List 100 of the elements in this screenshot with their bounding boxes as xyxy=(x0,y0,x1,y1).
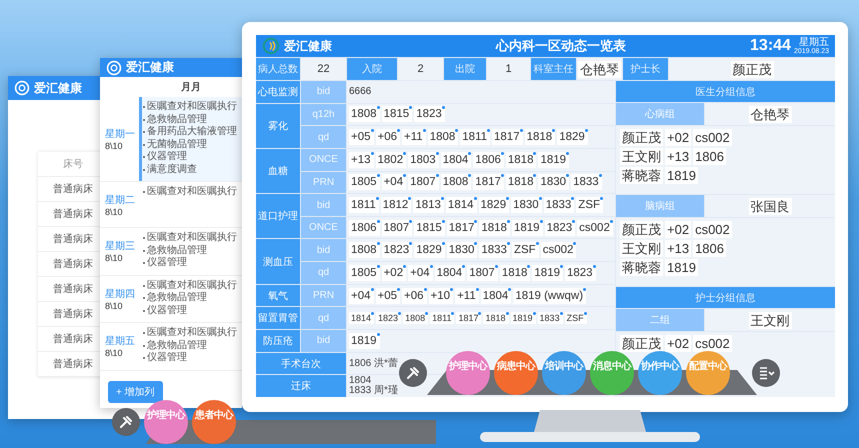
member-tag: 颜正茂 xyxy=(620,335,663,352)
frequency-cell: ONCE xyxy=(301,216,346,238)
task-item: 仪器管理 xyxy=(142,151,187,164)
patient-entry: 1806 洪*蕾 xyxy=(349,358,398,369)
summary-value: 1 xyxy=(505,63,512,75)
bed-tag: 1815 xyxy=(382,106,412,122)
member-tag: +13 xyxy=(665,148,692,165)
bed-tag: 1819 xyxy=(349,332,380,349)
bed-tag: cs002 xyxy=(577,220,613,236)
task-list[interactable]: 医嘱查对和医嘱执行 急救物品管理 备用药品大输液管理 无菌物品管理 仪器管理 满意度调查 xyxy=(139,97,242,181)
bed-tag: 1817 xyxy=(456,312,482,324)
task-item: 无菌物品管理 xyxy=(142,138,207,151)
bed-tag: 1804 xyxy=(480,288,512,304)
task-item: 医嘱查对和医嘱执行 xyxy=(142,101,237,114)
task-item: 仪器管理 xyxy=(142,257,187,270)
logo-icon xyxy=(106,60,122,76)
table-cell-text: 普通病床 xyxy=(53,208,93,221)
category-cell: 防压疮 xyxy=(256,330,300,352)
group-name: 心病组 xyxy=(616,103,704,125)
bed-tag: 1808 xyxy=(349,242,380,258)
bed-tag: 1808 xyxy=(428,129,458,146)
frequency-cell: bid xyxy=(301,330,346,352)
bed-tag: +02 xyxy=(382,264,406,281)
bed-tag: 1819 (wwqw) xyxy=(513,288,586,304)
bed-tag: 1823 xyxy=(544,220,576,236)
category-cell: 迁床 xyxy=(256,375,346,397)
bed-tag: +05 xyxy=(376,288,400,304)
bed-tag: 1829 xyxy=(414,242,445,258)
dashboard-title: 心内科一区动态一览表 xyxy=(496,37,626,55)
task-item: 满意度调查 xyxy=(142,164,197,176)
bed-tag: 1818 xyxy=(506,174,536,190)
frequency-cell: bid xyxy=(301,194,346,216)
bed-tag: 1819 xyxy=(532,264,563,281)
frequency-cell: PRN xyxy=(301,284,346,306)
group-name: 脑病组 xyxy=(616,195,704,217)
bed-tag: 1833 xyxy=(544,197,574,214)
task-item: 医嘱查对和医嘱执行 xyxy=(142,327,237,340)
task-item: 医嘱查对和医嘱执行 xyxy=(142,280,237,292)
group-leader: 王文刚 xyxy=(748,312,792,328)
bed-tag: ZSF xyxy=(512,242,539,258)
summary-label: 病人总数 xyxy=(256,58,300,80)
task-list[interactable]: 医嘱查对和医嘱执行 急救物品管理 仪器管理 xyxy=(139,323,242,370)
task-list[interactable]: 医嘱查对和医嘱执行 xyxy=(139,182,242,227)
bed-tag: 1806 xyxy=(473,152,504,168)
bed-tag: 1819 xyxy=(512,220,543,236)
bed-tag: 1814 xyxy=(349,312,374,324)
bed-tag: 1818 xyxy=(524,129,556,146)
bed-tag: 1807 xyxy=(408,174,439,190)
bed-tag: +04 xyxy=(408,264,433,281)
bed-tag: ZSF xyxy=(564,312,587,324)
bed-tag: 1818 xyxy=(479,220,510,236)
column-header: 月月 xyxy=(181,81,201,94)
bed-tag: 1818 xyxy=(483,312,509,324)
bed-tag: 1815 xyxy=(414,220,445,236)
bed-tag: 1817 xyxy=(473,174,504,190)
day-label: 星期五 xyxy=(105,334,136,348)
task-item: 急救物品管理 xyxy=(142,244,207,257)
member-tag: +13 xyxy=(665,240,692,257)
category-cell: 测血压 xyxy=(256,239,300,284)
member-tag: 蒋晓蓉 xyxy=(620,167,663,184)
logo-text: 爱汇健康 xyxy=(126,59,174,76)
task-list[interactable]: 医嘱查对和医嘱执行 急救物品管理 仪器管理 xyxy=(139,228,242,274)
bed-tag: 1808 xyxy=(349,106,380,122)
section-header: 护士分组信息 xyxy=(616,287,835,308)
patient-entry: 1804 xyxy=(349,376,372,386)
bed-tag: 1804 xyxy=(440,152,472,168)
date-label: 8\10 xyxy=(105,348,124,358)
frequency-cell: qd xyxy=(301,307,346,330)
frequency-cell: qd xyxy=(301,262,346,284)
group-name: 二组 xyxy=(616,309,704,331)
member-tag: +02 xyxy=(665,221,692,238)
logo-icon xyxy=(262,37,280,55)
table-cell-text: 普通病床 xyxy=(53,182,93,196)
member-tag: 颜正茂 xyxy=(620,129,663,146)
bed-tag: 1818 xyxy=(506,152,536,168)
task-item: 急救物品管理 xyxy=(142,292,207,304)
section-header: 医生分组信息 xyxy=(616,81,835,102)
bed-tag: +11 xyxy=(455,288,479,304)
bed-tag: 1829 xyxy=(478,197,510,214)
bed-tag: 1833 xyxy=(571,174,602,190)
day-label: 星期四 xyxy=(105,288,136,301)
member-tag: 1819 xyxy=(665,259,698,276)
frequency-cell: qd xyxy=(301,126,346,148)
task-item: 急救物品管理 xyxy=(142,340,207,352)
table-cell-text: 普通病床 xyxy=(53,358,93,371)
summary-value: 2 xyxy=(417,63,424,75)
category-cell: 手术台次 xyxy=(256,352,346,374)
table-cell: 6666 xyxy=(347,81,615,103)
summary-value: 颜正茂 xyxy=(730,60,774,78)
member-tag: cs002 xyxy=(693,221,732,238)
bed-tag: 1806 xyxy=(349,220,380,236)
bed-tag: +11 xyxy=(402,129,426,146)
bed-tag: 1817 xyxy=(492,129,523,146)
bed-tag: 1823 xyxy=(376,312,402,324)
add-column-button[interactable]: + 增加列 xyxy=(108,380,163,402)
menu-icon[interactable] xyxy=(752,359,780,387)
bed-tag: 1817 xyxy=(446,220,478,236)
task-list[interactable]: 医嘱查对和医嘱执行 急救物品管理 仪器管理 xyxy=(139,276,242,322)
bed-tag: 1802 xyxy=(376,152,406,168)
bed-tag: ZSF xyxy=(576,197,604,214)
